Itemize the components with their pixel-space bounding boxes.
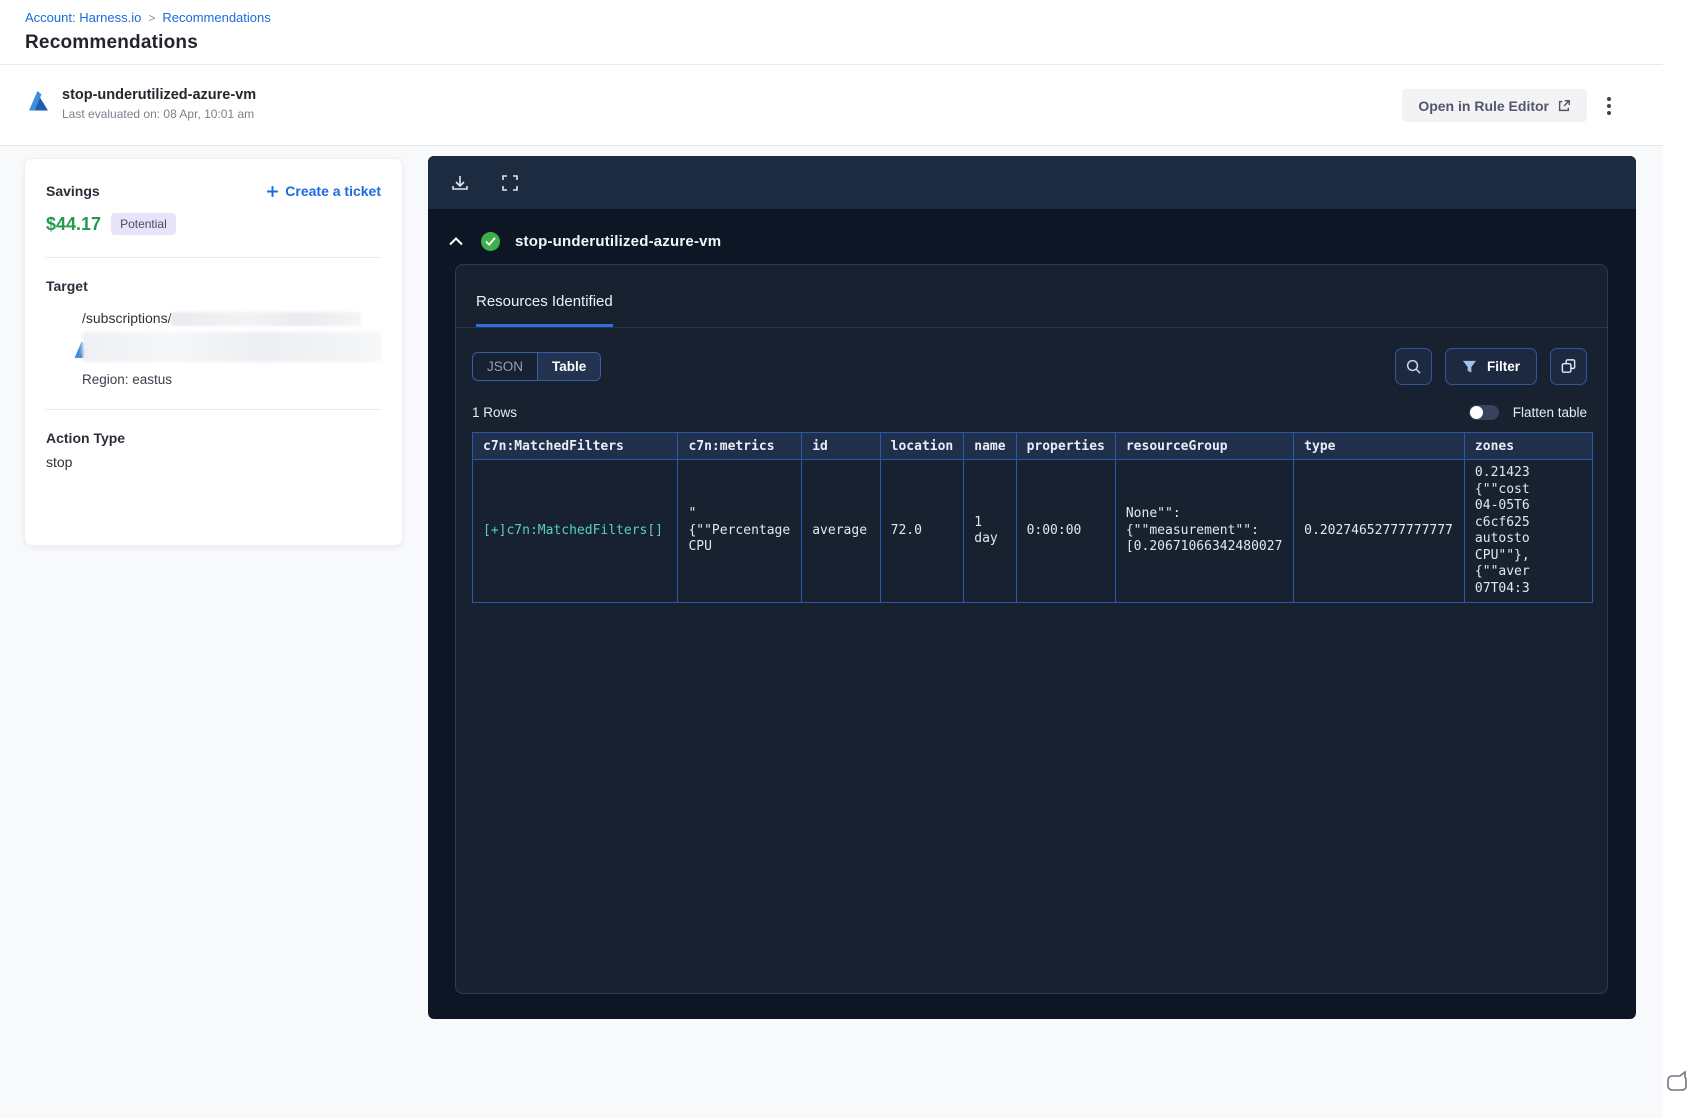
expand-matched-filters-link[interactable]: [+]c7n:MatchedFilters[] bbox=[483, 523, 663, 538]
open-rule-editor-label: Open in Rule Editor bbox=[1418, 97, 1549, 114]
chat-bubble-icon[interactable] bbox=[1664, 1068, 1692, 1096]
view-toggle-json[interactable]: JSON bbox=[473, 353, 539, 380]
page-title: Recommendations bbox=[25, 32, 198, 53]
check-circle-icon bbox=[481, 231, 500, 251]
column-header: location bbox=[879, 432, 965, 460]
column-header: id bbox=[801, 432, 881, 460]
create-ticket-label: Create a ticket bbox=[285, 183, 381, 199]
toggle-knob bbox=[1469, 406, 1483, 419]
cell-name: 1 day bbox=[963, 459, 1017, 603]
cell-properties: 0:00:00 bbox=[1015, 459, 1116, 603]
redacted-text bbox=[171, 312, 362, 327]
column-header: zones bbox=[1463, 432, 1593, 460]
table-row: [+]c7n:MatchedFilters[] " {""Percentage … bbox=[472, 459, 1593, 603]
recommendations-page: Account: Harness.io > Recommendations Re… bbox=[0, 0, 1706, 1118]
cell-location: 72.0 bbox=[879, 459, 965, 603]
create-ticket-button[interactable]: Create a ticket bbox=[266, 183, 381, 199]
resources-table: c7n:MatchedFilters c7n:metrics id locati… bbox=[472, 432, 1593, 603]
cell-type: 0.20274652777777777 bbox=[1293, 459, 1465, 603]
tabs-row: Resources Identified bbox=[456, 265, 1607, 328]
column-header: c7n:metrics bbox=[677, 432, 803, 460]
flatten-table-toggle[interactable] bbox=[1468, 405, 1499, 420]
resources-table-wrap: c7n:MatchedFilters c7n:metrics id locati… bbox=[472, 432, 1593, 603]
topbar: Account: Harness.io > Recommendations Re… bbox=[0, 0, 1663, 64]
cell-resource-group: None"": {""measurement"": [0.20671066342… bbox=[1114, 459, 1295, 603]
flatten-table-label: Flatten table bbox=[1512, 405, 1587, 420]
breadcrumb-account-link[interactable]: Account: Harness.io bbox=[25, 10, 141, 25]
target-path-text: /subscriptions/ bbox=[82, 310, 172, 326]
recommendation-header: stop-underutilized-azure-vm Last evaluat… bbox=[0, 64, 1663, 146]
resources-card: Resources Identified JSON Table Filter 1… bbox=[455, 264, 1608, 994]
filter-button[interactable]: Filter bbox=[1444, 348, 1537, 385]
panel-toolbar bbox=[428, 156, 1636, 209]
column-header: c7n:MatchedFilters bbox=[472, 432, 679, 460]
external-link-icon bbox=[1558, 99, 1570, 111]
filter-funnel-icon bbox=[1462, 360, 1477, 373]
breadcrumb-recommendations-link[interactable]: Recommendations bbox=[162, 10, 270, 25]
column-header: name bbox=[963, 432, 1017, 460]
breadcrumb-separator: > bbox=[148, 10, 156, 25]
savings-amount: $44.17 bbox=[46, 213, 102, 234]
action-type-label: Action Type bbox=[46, 430, 126, 447]
action-type-value: stop bbox=[46, 454, 73, 471]
cell-metrics: " {""Percentage CPU bbox=[677, 459, 803, 603]
column-header: type bbox=[1293, 432, 1465, 460]
azure-logo-icon bbox=[29, 91, 48, 111]
content-area: Savings Create a ticket $44.17 Potential… bbox=[0, 147, 1663, 1118]
column-header: properties bbox=[1015, 432, 1116, 460]
recommendation-title: stop-underutilized-azure-vm bbox=[62, 87, 257, 103]
cell-zones: 0.21423 {""cost 04-05T6 c6cf625 autosto … bbox=[1463, 459, 1593, 603]
fullscreen-icon[interactable] bbox=[496, 169, 524, 197]
evaluation-results-panel: stop-underutilized-azure-vm Resources Id… bbox=[428, 156, 1636, 1019]
cell-id: average bbox=[801, 459, 881, 603]
cell-matched-filters: [+]c7n:MatchedFilters[] bbox=[472, 459, 679, 603]
download-icon[interactable] bbox=[446, 169, 474, 197]
open-rule-editor-button[interactable]: Open in Rule Editor bbox=[1402, 89, 1587, 122]
last-evaluated-text: Last evaluated on: 08 Apr, 10:01 am bbox=[62, 107, 255, 121]
view-toggle: JSON Table bbox=[472, 352, 602, 381]
breadcrumb: Account: Harness.io > Recommendations bbox=[25, 10, 271, 25]
divider bbox=[46, 257, 381, 258]
divider bbox=[46, 409, 381, 411]
kebab-menu-icon[interactable] bbox=[1597, 93, 1621, 119]
filter-label: Filter bbox=[1486, 359, 1520, 374]
tab-resources-identified[interactable]: Resources Identified bbox=[476, 293, 613, 327]
panel-section-title: stop-underutilized-azure-vm bbox=[515, 232, 722, 250]
redacted-block bbox=[82, 332, 382, 363]
copy-icon[interactable] bbox=[1550, 348, 1587, 385]
rows-count: 1 Rows bbox=[472, 405, 518, 420]
potential-badge: Potential bbox=[111, 213, 176, 235]
search-icon[interactable] bbox=[1394, 348, 1432, 385]
column-header: resourceGroup bbox=[1114, 432, 1295, 460]
table-header-row: c7n:MatchedFilters c7n:metrics id locati… bbox=[472, 432, 1593, 460]
plus-icon bbox=[267, 185, 279, 197]
view-toggle-table[interactable]: Table bbox=[538, 353, 601, 380]
chevron-up-icon[interactable] bbox=[446, 231, 466, 251]
region-text: Region: eastus bbox=[82, 372, 173, 388]
target-label: Target bbox=[46, 278, 88, 294]
savings-label: Savings bbox=[46, 183, 100, 199]
recommendation-summary-card: Savings Create a ticket $44.17 Potential… bbox=[24, 158, 403, 546]
panel-section-header: stop-underutilized-azure-vm bbox=[428, 209, 1636, 267]
